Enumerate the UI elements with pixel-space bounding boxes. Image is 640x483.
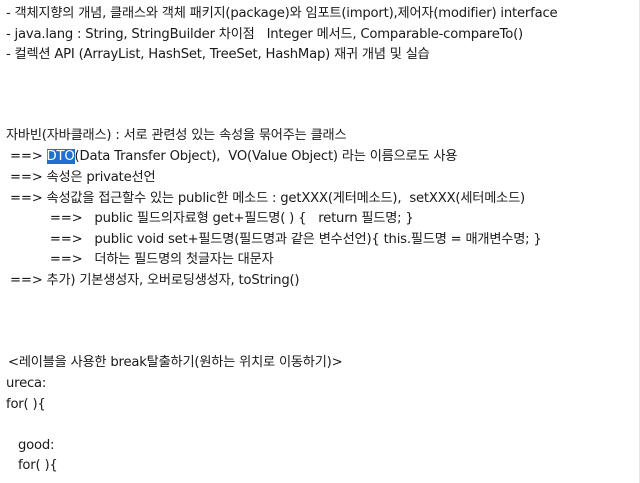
bullet-java-lang: - java.lang : String, StringBuilder 차이점 … <box>6 27 524 42</box>
code-line: ureca: <box>6 376 47 391</box>
code-line: good: <box>6 438 55 453</box>
setter-line: ==> public void set+필드명(필드명과 같은 변수선언){ t… <box>6 232 542 247</box>
getter-line: ==> public 필드의자료형 get+필드명( ) { return 필드… <box>6 211 414 226</box>
private-line: ==> 속성은 private선언 <box>6 170 156 185</box>
notepad-editor[interactable]: - 객체지향의 개념, 클래스와 객체 패키지(package)와 임포트(im… <box>0 0 640 483</box>
label-break-title: <레이블을 사용한 break탈출하기(원하는 위치로 이동하기)> <box>4 355 343 370</box>
bullet-collection-api: - 컬렉션 API (ArrayList, HashSet, TreeSet, … <box>6 47 430 62</box>
javabean-title: 자바빈(자바클래스) : 서로 관련성 있는 속성을 묶어주는 클래스 <box>6 128 347 143</box>
dto-line: ==> DTO(Data Transfer Object), VO(Value … <box>6 147 457 166</box>
code-line: for( ){ <box>6 458 58 473</box>
selected-text-dto[interactable]: DTO <box>46 149 75 164</box>
bullet-oop: - 객체지향의 개념, 클래스와 객체 패키지(package)와 임포트(im… <box>6 6 558 21</box>
dto-description: (Data Transfer Object), VO(Value Object)… <box>74 149 458 164</box>
extra-constructor-line: ==> 추가) 기본생성자, 오버로딩생성자, toString() <box>6 273 300 288</box>
method-line: ==> 속성값을 접근할수 있는 public한 메소드 : getXXX(게터… <box>6 191 525 206</box>
dto-arrow: ==> <box>6 149 47 164</box>
capital-line: ==> 더하는 필드명의 첫글자는 대문자 <box>6 252 274 267</box>
code-line: for( ){ <box>6 397 46 412</box>
